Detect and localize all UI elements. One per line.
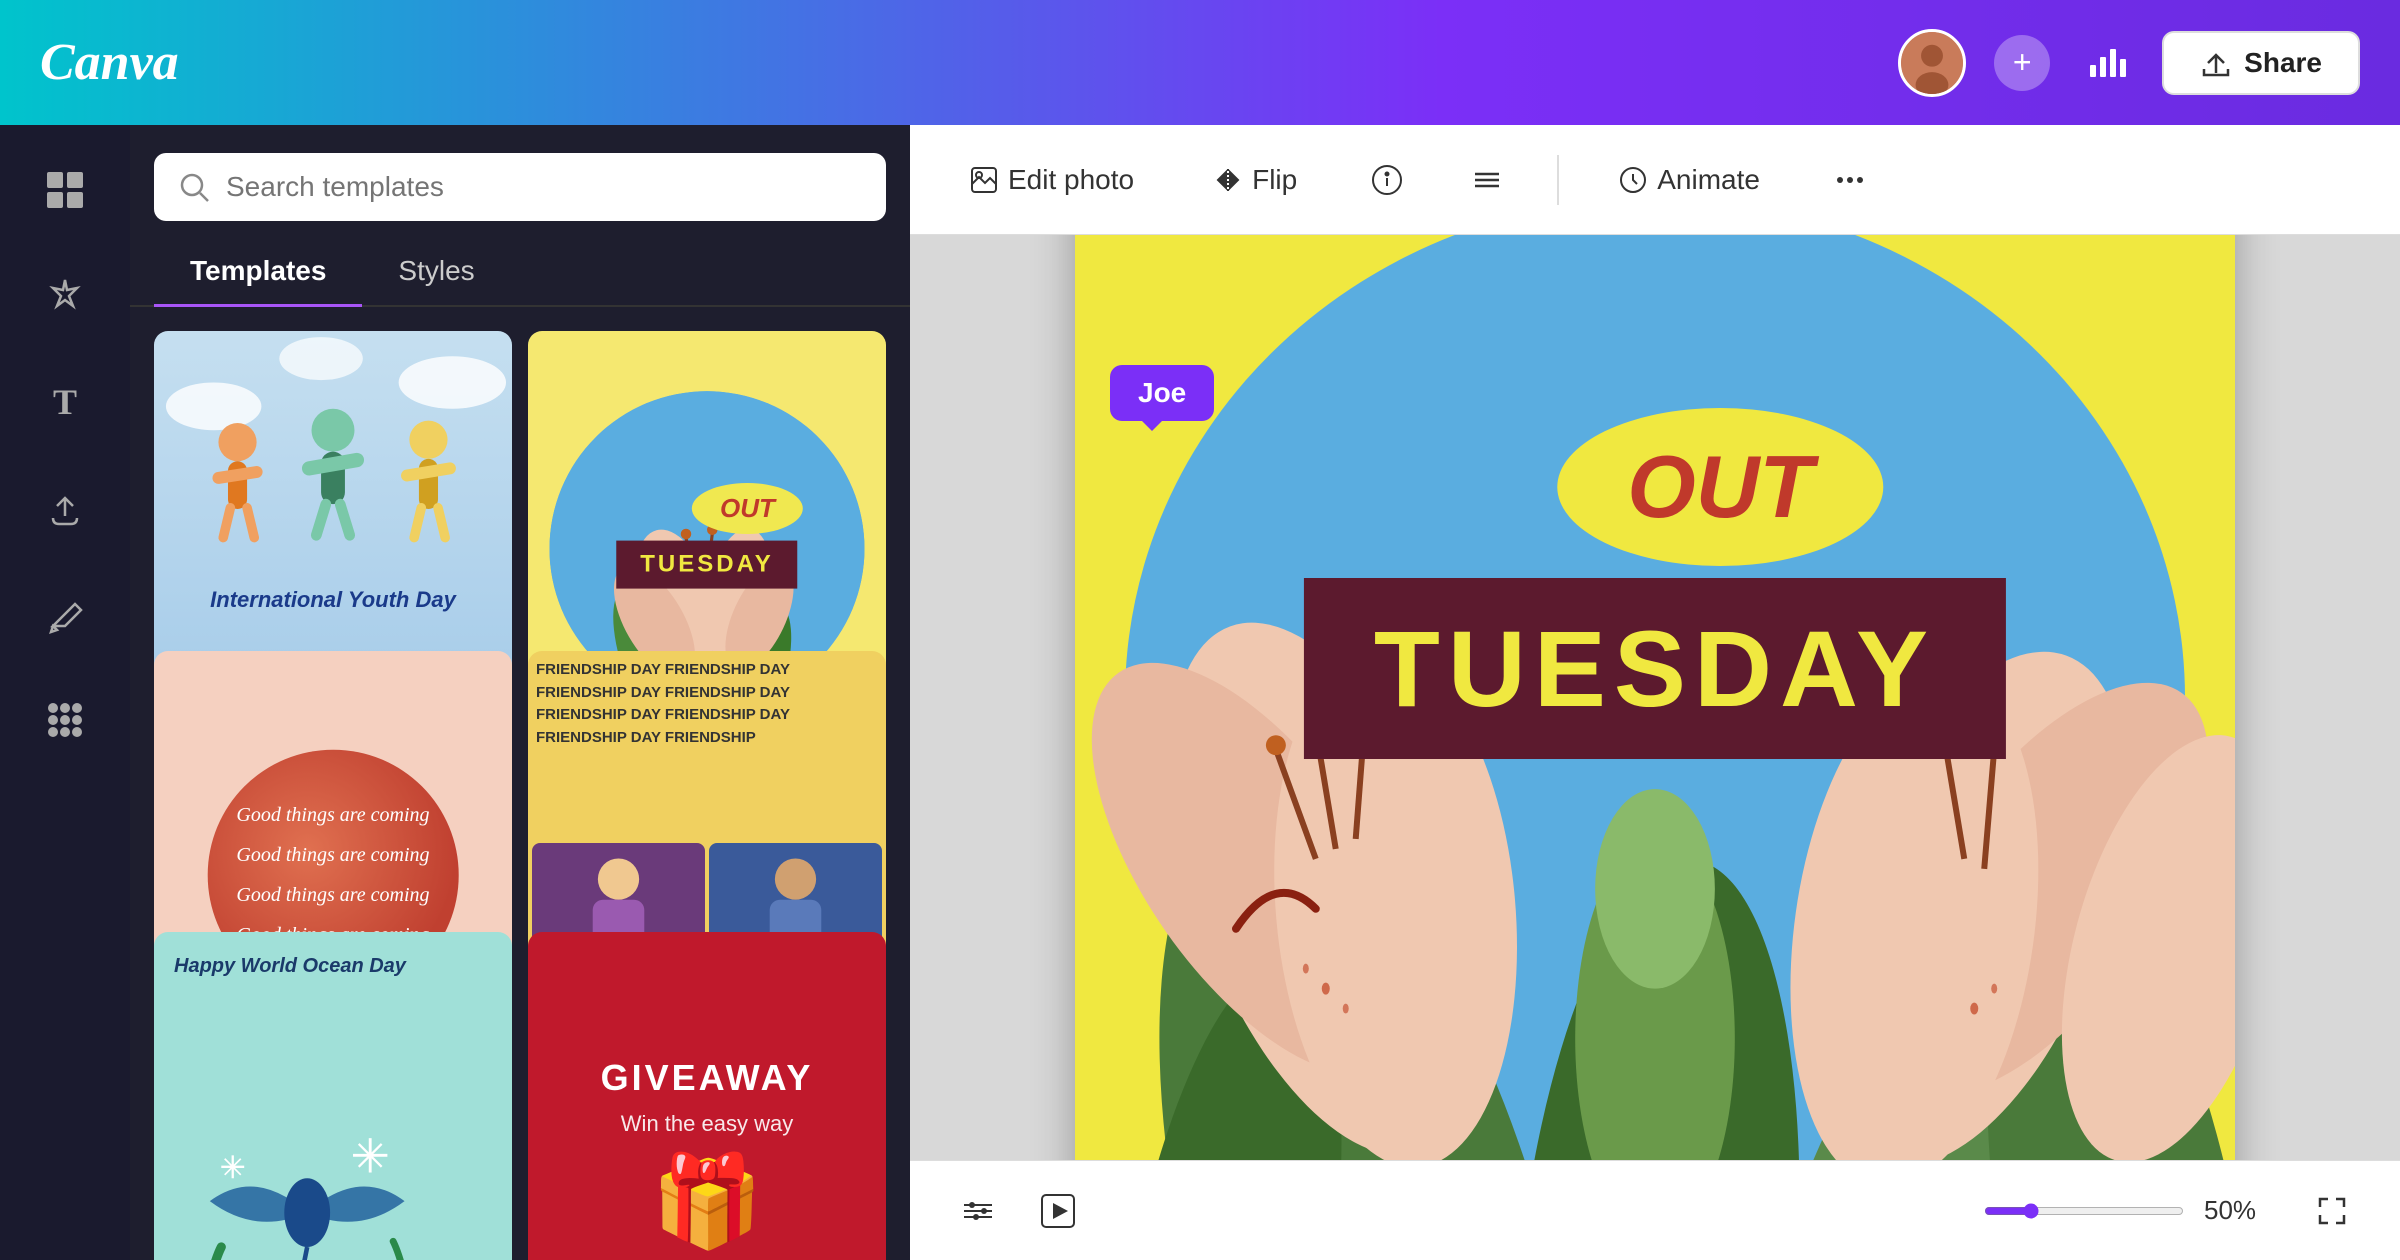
sidebar-item-text[interactable]: T [30, 367, 100, 437]
tab-templates[interactable]: Templates [154, 237, 362, 305]
canvas-out-badge[interactable]: OUT [1557, 408, 1883, 566]
add-button[interactable]: + [1994, 35, 2050, 91]
main: T [0, 125, 2400, 1260]
intl-youth-title: International Youth Day [202, 577, 464, 624]
bottom-bar: 50% [910, 1160, 2400, 1260]
topbar-right: + Share [1898, 29, 2360, 97]
search-bar[interactable] [154, 153, 886, 221]
info-icon [1371, 164, 1403, 196]
edit-photo-button[interactable]: Edit photo [950, 150, 1154, 210]
info-button[interactable] [1357, 150, 1417, 210]
sidebar: T [0, 125, 130, 1260]
tab-styles[interactable]: Styles [362, 237, 510, 305]
canvas-area: Edit photo Flip [910, 125, 2400, 1260]
toolbar: Edit photo Flip [910, 125, 2400, 235]
analytics-button[interactable] [2078, 33, 2134, 92]
fullscreen-button[interactable] [2304, 1183, 2360, 1239]
zoom-level: 50% [2204, 1195, 2284, 1226]
friendship-repeat-text: FRIENDSHIP DAY FRIENDSHIP DAY FRIENDSHIP… [528, 651, 886, 852]
timeline-button[interactable] [950, 1183, 1006, 1239]
joe-tooltip: Joe [1110, 365, 1214, 421]
search-icon [178, 171, 210, 203]
people-illustration [154, 331, 512, 577]
bottom-bar-right: 50% [1984, 1183, 2360, 1239]
tuesday-bar-small: TUESDAY [616, 540, 797, 588]
flip-button[interactable]: Flip [1194, 150, 1317, 210]
search-bar-container [130, 125, 910, 237]
fullscreen-icon [2316, 1195, 2348, 1227]
search-input[interactable] [226, 171, 862, 203]
design-canvas[interactable]: OUT TUESDAY [1075, 235, 2235, 1160]
align-button[interactable] [1457, 150, 1517, 210]
ocean-title: Happy World Ocean Day [174, 952, 406, 980]
templates-grid: International Youth Day [130, 307, 910, 1260]
out-badge-small: OUT [692, 483, 803, 534]
template-giveaway[interactable]: GIVEAWAY Win the easy way 🎁 [528, 932, 886, 1260]
tabs: Templates Styles [130, 237, 910, 307]
user-avatar[interactable] [1898, 29, 1966, 97]
more-options-button[interactable] [1820, 150, 1880, 210]
animate-button[interactable]: Animate [1599, 150, 1780, 210]
bottom-bar-left [950, 1183, 1086, 1239]
panel: Templates Styles [130, 125, 910, 1260]
timeline-icon [960, 1193, 996, 1229]
ocean-illustration [164, 1056, 450, 1260]
align-icon [1471, 164, 1503, 196]
sidebar-item-draw[interactable] [30, 579, 100, 649]
share-button[interactable]: Share [2162, 31, 2360, 95]
giveaway-title: GIVEAWAY [601, 1057, 814, 1099]
canva-logo[interactable]: Canva [40, 33, 179, 92]
sidebar-item-apps[interactable] [30, 685, 100, 755]
canvas-container[interactable]: Joe [910, 235, 2400, 1160]
more-options-icon [1834, 164, 1866, 196]
topbar: Canva + Share [0, 0, 2400, 125]
animate-icon [1619, 166, 1647, 194]
edit-photo-icon [970, 166, 998, 194]
zoom-slider[interactable] [1984, 1203, 2184, 1219]
template-ocean[interactable]: Happy World Ocean Day [154, 932, 512, 1260]
sidebar-item-elements[interactable] [30, 261, 100, 331]
toolbar-divider [1557, 155, 1559, 205]
sidebar-item-upload[interactable] [30, 473, 100, 543]
play-button[interactable] [1030, 1183, 1086, 1239]
play-icon [1040, 1193, 1076, 1229]
gift-icon: 🎁 [651, 1149, 763, 1254]
giveaway-subtitle: Win the easy way [621, 1111, 793, 1137]
flip-icon [1214, 166, 1242, 194]
sidebar-item-grid[interactable] [30, 155, 100, 225]
canvas-tuesday-bar[interactable]: TUESDAY [1304, 578, 2006, 759]
